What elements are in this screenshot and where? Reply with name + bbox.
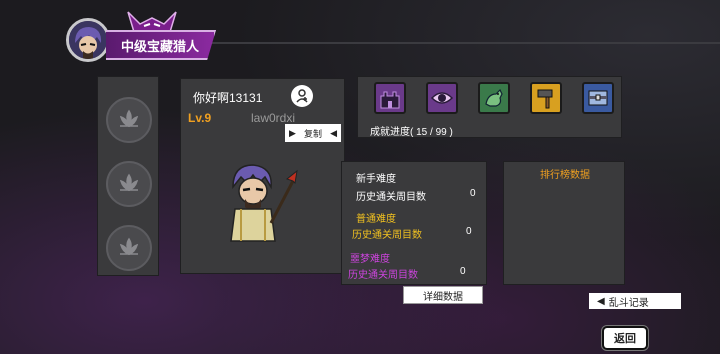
copy-id-button[interactable]: ▶ 复制 ◀ xyxy=(285,124,341,142)
achievements-panel: 成就进度( 15 / 99 ) xyxy=(357,76,622,138)
achievement-dungeon[interactable] xyxy=(374,82,406,114)
normal-value: 0 xyxy=(466,226,472,237)
play-arrow-icon: ▶ xyxy=(289,127,296,138)
vault-icon xyxy=(588,90,608,106)
novice-value: 0 xyxy=(470,188,476,199)
equipment-slot-3[interactable] xyxy=(106,225,152,271)
character-panel: 你好啊13131 Lv.9 law0rdxi ▶ 复制 ◀ xyxy=(180,78,345,274)
achievement-progress: 成就进度( 15 / 99 ) xyxy=(370,127,453,138)
achievement-dinosaur[interactable] xyxy=(478,82,510,114)
novice-title: 新手难度 xyxy=(356,174,396,185)
rank-title: 中级宝藏猎人 xyxy=(120,38,199,54)
back-arrow-icon: ◀ xyxy=(597,295,605,307)
ranking-panel: 排行榜数据 xyxy=(503,161,625,285)
player-avatar[interactable] xyxy=(66,18,110,62)
lotus-icon xyxy=(119,237,139,256)
player-name: 你好啊13131 xyxy=(193,91,263,105)
character-sprite xyxy=(230,164,298,242)
lotus-icon xyxy=(119,173,139,192)
back-button[interactable]: 返回 xyxy=(604,328,646,348)
add-friend-button[interactable] xyxy=(291,85,313,107)
normal-label: 历史通关周目数 xyxy=(352,230,422,241)
normal-title: 普通难度 xyxy=(356,214,396,225)
ranking-title: 排行榜数据 xyxy=(540,170,590,181)
achievement-eye[interactable] xyxy=(426,82,458,114)
lotus-icon xyxy=(119,109,139,128)
achievement-hammer[interactable] xyxy=(530,82,562,114)
difficulty-stats-panel: 新手难度 历史通关周目数 0 普通难度 历史通关周目数 0 噩梦难度 历史通关周… xyxy=(341,161,487,285)
novice-label: 历史通关周目数 xyxy=(356,192,426,203)
rank-title-badge: 中级宝藏猎人 xyxy=(106,30,216,60)
player-level: Lv.9 xyxy=(188,111,212,125)
brawl-record-label: 乱斗记录 xyxy=(608,297,649,309)
equipment-slot-1[interactable] xyxy=(106,97,152,143)
player-id: law0rdxi xyxy=(251,111,296,125)
nightmare-value: 0 xyxy=(460,266,466,277)
dinosaur-icon xyxy=(485,88,503,107)
copy-label: 复制 xyxy=(303,128,322,139)
nightmare-title: 噩梦难度 xyxy=(350,254,390,265)
achievement-vault[interactable] xyxy=(582,82,614,114)
add-friend-icon xyxy=(296,89,308,103)
equipment-slots-column xyxy=(97,76,159,276)
dungeon-icon xyxy=(380,91,400,109)
detail-data-button[interactable]: 详细数据 xyxy=(403,286,483,304)
back-arrow-icon: ◀ xyxy=(330,127,337,138)
hammer-icon xyxy=(537,89,553,109)
nightmare-label: 历史通关周目数 xyxy=(348,270,418,281)
brawl-record-button[interactable]: ◀ 乱斗记录 xyxy=(589,293,681,309)
equipment-slot-2[interactable] xyxy=(106,161,152,207)
eye-icon xyxy=(430,92,454,104)
